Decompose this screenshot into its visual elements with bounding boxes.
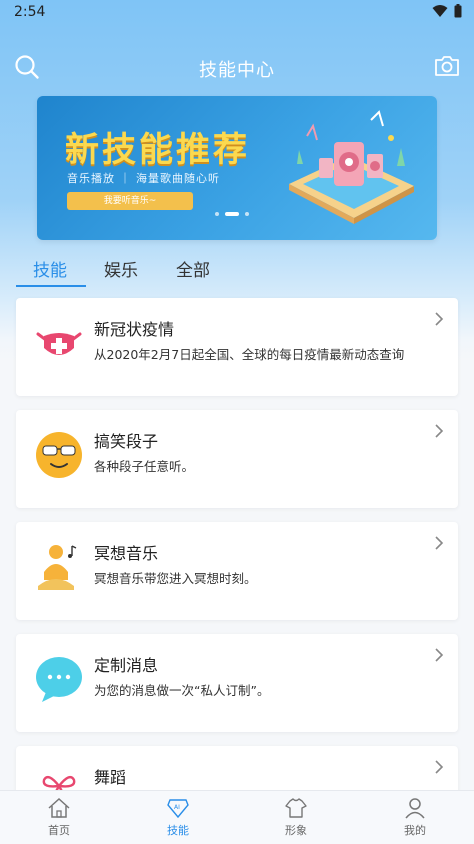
nav-home[interactable]: 首页 — [29, 797, 89, 838]
tab-all[interactable]: 全部 — [176, 256, 210, 281]
bottom-nav: 首页 AI 技能 形象 我的 — [0, 790, 474, 844]
banner-subtitle: 音乐播放 ｜ 海量歌曲随心听 — [67, 172, 220, 185]
card-title: 冥想音乐 — [94, 544, 159, 563]
category-tabs: 技能 娱乐 全部 — [16, 252, 456, 288]
card-description: 冥想音乐带您进入冥想时刻。 — [94, 571, 257, 586]
chat-bubble-icon — [36, 657, 82, 702]
banner-button[interactable]: 我要听音乐~ — [67, 192, 193, 210]
card-description: 从2020年2月7日起全国、全球的每日疫情最新动态查询 — [94, 347, 405, 362]
card-title: 舞蹈 — [94, 768, 127, 787]
nav-avatar[interactable]: 形象 — [266, 797, 326, 838]
page-title: 技能中心 — [199, 60, 275, 81]
tab-entertainment[interactable]: 娱乐 — [104, 256, 138, 281]
wifi-icon — [432, 5, 448, 17]
status-time: 2:54 — [14, 4, 46, 20]
nav-profile[interactable]: 我的 — [385, 797, 445, 838]
tab-underline — [16, 285, 86, 287]
meditation-icon — [38, 545, 77, 590]
pager-dot — [245, 212, 249, 216]
card-description: 各种段子任意听。 — [94, 459, 195, 474]
card-title: 定制消息 — [94, 656, 159, 675]
mask-icon — [36, 332, 82, 355]
ai-skill-icon: AI — [167, 799, 189, 819]
chevron-right-icon — [435, 424, 444, 438]
chevron-right-icon — [435, 312, 444, 326]
avatar-shirt-icon — [285, 798, 307, 818]
nav-label: 形象 — [285, 824, 307, 837]
tab-skills[interactable]: 技能 — [33, 256, 67, 281]
nav-label: 技能 — [167, 824, 189, 837]
chevron-right-icon — [435, 536, 444, 550]
profile-icon — [405, 798, 425, 819]
skill-card-custom-message[interactable]: 定制消息 为您的消息做一次“私人订制”。 — [16, 634, 458, 732]
card-title: 新冠状疫情 — [94, 320, 175, 339]
status-bar: 2:54 — [0, 0, 474, 26]
nav-skills[interactable]: AI 技能 — [148, 797, 208, 838]
promo-banner[interactable]: 新技能推荐 音乐播放 ｜ 海量歌曲随心听 我要听音乐~ — [37, 96, 437, 240]
chevron-right-icon — [435, 760, 444, 774]
camera-icon[interactable] — [434, 54, 460, 78]
pager-dot — [215, 212, 219, 216]
status-icons — [432, 4, 462, 18]
card-title: 搞笑段子 — [94, 432, 159, 451]
banner-title: 新技能推荐 — [65, 130, 250, 170]
smiley-glasses-icon — [36, 432, 82, 478]
svg-text:AI: AI — [174, 804, 180, 811]
skill-card-jokes[interactable]: 搞笑段子 各种段子任意听。 — [16, 410, 458, 508]
music-stage-illustration — [289, 110, 414, 224]
skill-card-covid[interactable]: 新冠状疫情 从2020年2月7日起全国、全球的每日疫情最新动态查询 — [16, 298, 458, 396]
chevron-right-icon — [435, 648, 444, 662]
battery-icon — [454, 4, 462, 18]
nav-label: 首页 — [48, 824, 70, 837]
skill-card-meditation[interactable]: 冥想音乐 冥想音乐带您进入冥想时刻。 — [16, 522, 458, 620]
pager-dot-active — [225, 212, 239, 216]
banner-pager — [215, 212, 249, 216]
nav-label: 我的 — [404, 824, 426, 837]
card-description: 为您的消息做一次“私人订制”。 — [94, 683, 270, 698]
home-icon — [48, 797, 70, 818]
top-bar: 技能中心 — [0, 48, 474, 88]
